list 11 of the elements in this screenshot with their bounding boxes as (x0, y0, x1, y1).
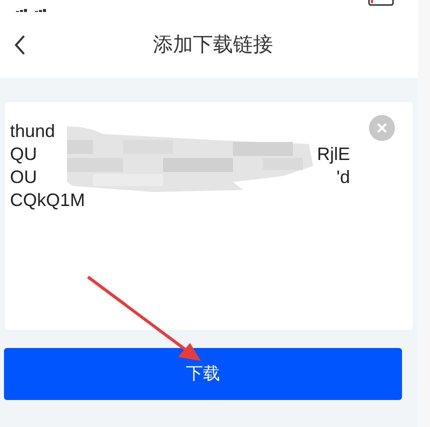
link-text: thund (10, 120, 56, 143)
download-button[interactable]: 下载 (4, 348, 402, 400)
link-text: 'd (336, 166, 350, 189)
close-icon (377, 123, 387, 133)
back-icon (14, 35, 26, 55)
link-text: RjlE (316, 143, 350, 166)
page-title: 添加下载链接 (152, 33, 273, 58)
link-text: OU (10, 166, 37, 189)
link-field[interactable]: thund QU RjlE OU 'd CQkQ1M (5, 102, 413, 330)
link-text: QU (10, 143, 37, 166)
link-text: CQkQ1M (10, 189, 86, 212)
